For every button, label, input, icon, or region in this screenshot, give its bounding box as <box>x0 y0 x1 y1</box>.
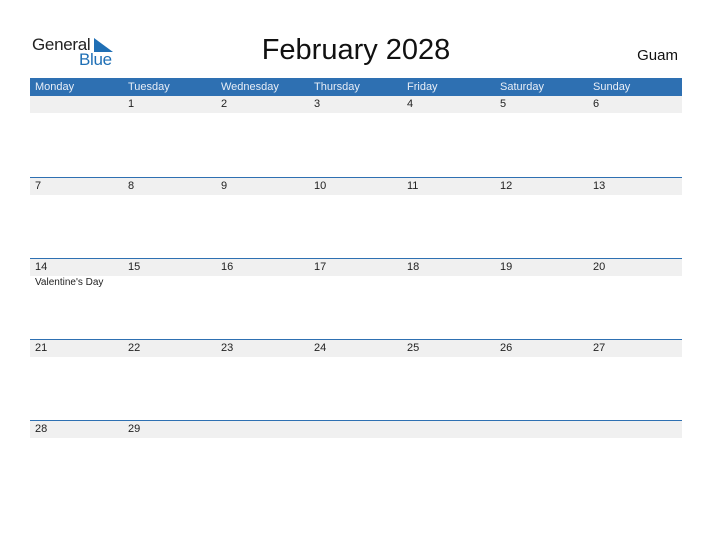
day-number: 24 <box>314 342 327 354</box>
weekday-saturday: Saturday <box>500 81 545 93</box>
day-number: 19 <box>500 261 513 273</box>
day-number: 15 <box>128 261 141 273</box>
date-strip: 14 15 16 17 18 19 20 <box>30 259 682 276</box>
day-event <box>216 276 309 290</box>
day-event <box>495 276 588 290</box>
weeks-container: 1 2 3 4 5 6 7 8 9 10 11 12 13 14 15 16 17 18 19 20 Valentine… <box>30 96 682 501</box>
day-number: 5 <box>500 98 507 110</box>
day-number: 10 <box>314 180 327 192</box>
day-number <box>402 421 495 438</box>
day-event <box>123 276 216 290</box>
day-number: 2 <box>221 98 228 110</box>
date-strip: 28 29 <box>30 421 682 438</box>
day-number: 16 <box>221 261 234 273</box>
day-number: 3 <box>314 98 321 110</box>
date-strip: 21 22 23 24 25 26 27 <box>30 340 682 357</box>
day-number: 25 <box>407 342 420 354</box>
day-number: 17 <box>314 261 327 273</box>
day-number: 12 <box>500 180 513 192</box>
week-row: 21 22 23 24 25 26 27 <box>30 339 682 420</box>
week-row: 1 2 3 4 5 6 <box>30 96 682 177</box>
weekday-monday: Monday <box>35 81 75 93</box>
day-number: 22 <box>128 342 141 354</box>
weekday-tuesday: Tuesday <box>128 81 170 93</box>
date-strip: 1 2 3 4 5 6 <box>30 96 682 113</box>
week-row: 14 15 16 17 18 19 20 Valentine's Day <box>30 258 682 339</box>
week-row: 28 29 <box>30 420 682 501</box>
day-number: 11 <box>407 180 419 192</box>
week-row: 7 8 9 10 11 12 13 <box>30 177 682 258</box>
day-number: 13 <box>593 180 606 192</box>
day-number <box>588 421 681 438</box>
day-number: 9 <box>221 180 228 192</box>
day-number: 28 <box>35 423 48 435</box>
day-number <box>309 421 402 438</box>
day-number <box>216 421 309 438</box>
day-number: 20 <box>593 261 606 273</box>
calendar-title: February 2028 <box>261 34 451 66</box>
day-number: 26 <box>500 342 513 354</box>
day-number: 14 <box>35 261 48 273</box>
day-number <box>495 421 588 438</box>
day-number: 6 <box>593 98 600 110</box>
day-number: 7 <box>35 180 42 192</box>
day-event: Valentine's Day <box>35 277 104 288</box>
weekday-sunday: Sunday <box>593 81 631 93</box>
weekday-thursday: Thursday <box>314 81 360 93</box>
day-event <box>309 276 402 290</box>
day-number: 1 <box>128 98 135 110</box>
day-number: 27 <box>593 342 606 354</box>
day-number <box>30 96 123 113</box>
day-number: 21 <box>35 342 48 354</box>
day-number: 4 <box>407 98 414 110</box>
day-number: 23 <box>221 342 234 354</box>
calendar-grid: Monday Tuesday Wednesday Thursday Friday… <box>30 78 682 501</box>
country-label: Guam <box>637 47 678 64</box>
weekday-wednesday: Wednesday <box>221 81 279 93</box>
day-event <box>402 276 495 290</box>
weekday-header: Monday Tuesday Wednesday Thursday Friday… <box>30 78 682 96</box>
day-number: 29 <box>128 423 141 435</box>
day-number: 18 <box>407 261 420 273</box>
date-strip: 7 8 9 10 11 12 13 <box>30 178 682 195</box>
weekday-friday: Friday <box>407 81 438 93</box>
day-event <box>588 276 681 290</box>
event-row: Valentine's Day <box>30 276 682 290</box>
day-number: 8 <box>128 180 135 192</box>
